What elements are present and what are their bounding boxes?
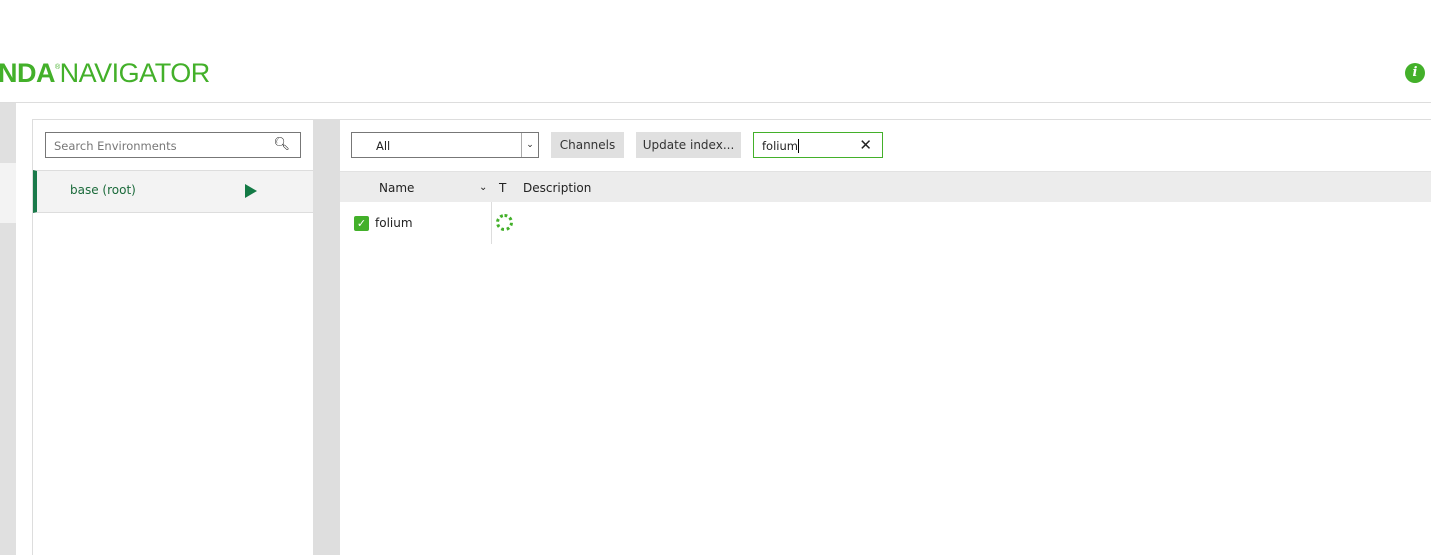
column-type[interactable]: T	[499, 181, 506, 195]
search-packages-input[interactable]: folium ✕	[753, 132, 883, 158]
package-name: folium	[375, 216, 413, 230]
search-placeholder: Search Environments	[54, 139, 177, 153]
update-index-button[interactable]: Update index...	[636, 132, 741, 158]
channels-button[interactable]: Channels	[551, 132, 624, 158]
app-logo: NDA®NAVIGATOR	[0, 58, 210, 89]
chevron-down-icon[interactable]: ⌄	[479, 182, 487, 193]
environment-item-base[interactable]: base (root)	[33, 170, 313, 213]
column-name[interactable]: Name	[379, 181, 414, 195]
search-value: folium	[762, 139, 799, 153]
header-divider	[0, 102, 1431, 103]
loading-spinner-icon	[496, 214, 513, 231]
search-icon[interactable]: 🔍︎	[273, 137, 290, 152]
logo-bold: NDA	[0, 58, 56, 88]
package-checkbox[interactable]: ✓	[354, 216, 369, 231]
filter-value: All	[376, 139, 391, 153]
sidebar-item-environments[interactable]	[0, 163, 16, 223]
panel-splitter[interactable]	[313, 119, 340, 555]
play-icon[interactable]	[245, 184, 257, 198]
table-header: Name ⌄ T Description	[340, 171, 1431, 202]
search-environments-input[interactable]: Search Environments 🔍︎	[45, 132, 301, 158]
column-description[interactable]: Description	[523, 181, 591, 195]
package-filter-select[interactable]: All ⌄	[351, 132, 539, 158]
info-icon[interactable]: i	[1405, 63, 1425, 83]
environment-label: base (root)	[70, 183, 136, 197]
chevron-down-icon[interactable]: ⌄	[521, 133, 538, 157]
column-divider	[491, 202, 492, 244]
logo-text: NAVIGATOR	[59, 58, 211, 88]
logo-mark: ®	[55, 64, 60, 71]
close-icon[interactable]: ✕	[859, 136, 872, 154]
